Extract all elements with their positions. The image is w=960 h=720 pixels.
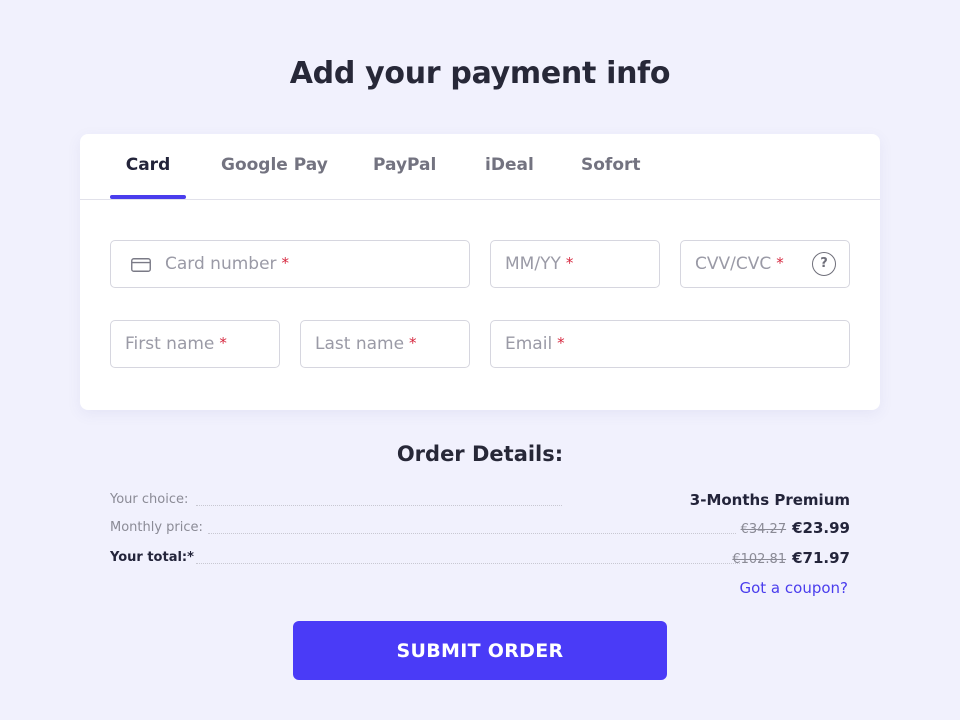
expiry-placeholder: MM/YY * xyxy=(505,254,574,274)
choice-value: 3-Months Premium xyxy=(689,491,850,509)
order-row-total: Your total:* €102.81 €71.97 xyxy=(110,547,850,569)
total-value: €102.81 €71.97 xyxy=(732,547,850,571)
old-total-price: €102.81 xyxy=(732,552,787,567)
required-mark: * xyxy=(281,254,290,272)
required-mark: * xyxy=(565,254,574,272)
expiry-input[interactable]: MM/YY * xyxy=(490,240,660,288)
total-label: Your total:* xyxy=(110,550,194,565)
tab-sofort[interactable]: Sofort xyxy=(581,134,641,199)
cvv-placeholder: CVV/CVC * xyxy=(695,254,784,274)
first-name-placeholder: First name * xyxy=(125,334,227,354)
order-row-choice: Your choice: 3-Months Premium xyxy=(110,489,850,511)
email-input[interactable]: Email * xyxy=(490,320,850,368)
required-mark: * xyxy=(776,254,784,272)
required-mark: * xyxy=(219,334,227,352)
old-monthly-price: €34.27 xyxy=(740,522,787,537)
total-price: €71.97 xyxy=(792,549,850,567)
tab-paypal[interactable]: PayPal xyxy=(373,134,436,199)
question-circle-icon[interactable]: ? xyxy=(812,252,836,276)
payment-method-tabs: Card Google Pay PayPal iDeal Sofort xyxy=(80,134,880,200)
required-mark: * xyxy=(557,334,565,352)
email-placeholder: Email * xyxy=(505,334,565,354)
monthly-price-label: Monthly price: xyxy=(110,520,203,535)
payment-card-panel: Card Google Pay PayPal iDeal Sofort Card… xyxy=(80,134,880,410)
choice-label: Your choice: xyxy=(110,492,189,507)
card-number-placeholder: Card number * xyxy=(165,254,290,274)
page-title: Add your payment info xyxy=(289,56,671,91)
monthly-price: €23.99 xyxy=(792,519,850,537)
dotted-leader xyxy=(208,533,736,534)
last-name-input[interactable]: Last name * xyxy=(300,320,470,368)
card-number-input[interactable]: Card number * xyxy=(110,240,470,288)
submit-order-button[interactable]: SUBMIT ORDER xyxy=(293,621,667,680)
tab-ideal[interactable]: iDeal xyxy=(485,134,534,199)
monthly-price-value: €34.27 €23.99 xyxy=(741,517,850,541)
credit-card-icon xyxy=(131,258,151,272)
dotted-leader xyxy=(196,563,740,564)
cvv-input[interactable]: CVV/CVC * ? xyxy=(680,240,850,288)
coupon-link[interactable]: Got a coupon? xyxy=(739,577,848,599)
dotted-leader xyxy=(196,505,562,506)
tab-card[interactable]: Card xyxy=(110,134,186,199)
required-mark: * xyxy=(409,334,417,352)
last-name-placeholder: Last name * xyxy=(315,334,417,354)
order-details-title: Order Details: xyxy=(396,442,564,466)
tab-google-pay[interactable]: Google Pay xyxy=(221,134,328,199)
order-row-monthly: Monthly price: €34.27 €23.99 xyxy=(110,517,850,539)
first-name-input[interactable]: First name * xyxy=(110,320,280,368)
